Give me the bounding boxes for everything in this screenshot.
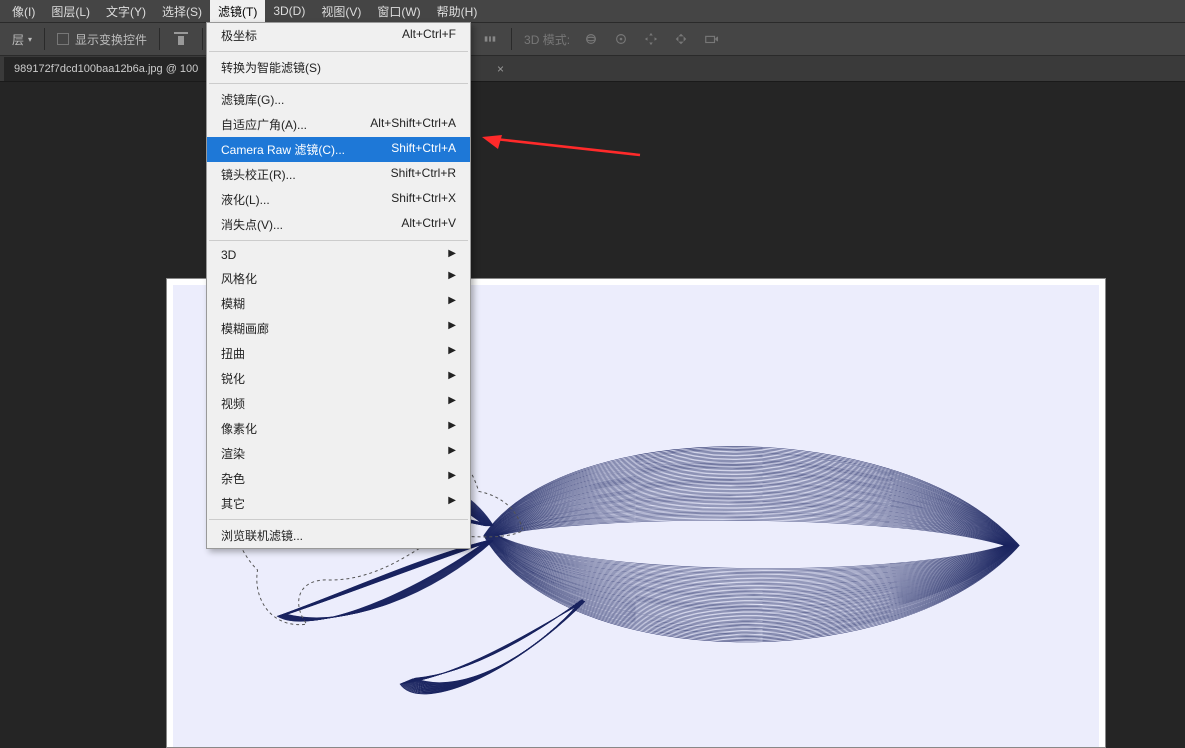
submenu-arrow-icon: ▶: [448, 248, 456, 262]
filter-menu-item[interactable]: 锐化 ▶: [207, 366, 470, 391]
menu-item-label: 风格化: [221, 270, 257, 287]
menu-item-label: 镜头校正(R)...: [221, 166, 296, 183]
menu-separator: [209, 240, 468, 241]
menu-item-label: 滤镜库(G)...: [221, 91, 284, 108]
filter-menu-item[interactable]: 渲染 ▶: [207, 441, 470, 466]
menu-3d[interactable]: 3D(D): [265, 1, 313, 21]
roll-3d-button[interactable]: [608, 26, 634, 52]
submenu-arrow-icon: ▶: [448, 370, 456, 387]
filter-menu-item[interactable]: 自适应广角(A)... Alt+Shift+Ctrl+A: [207, 112, 470, 137]
submenu-arrow-icon: ▶: [448, 320, 456, 337]
options-toolbar: 层 ▾ 显示变换控件 3D 模式:: [0, 22, 1185, 56]
separator: [44, 28, 45, 50]
mode-3d-label: 3D 模式:: [518, 31, 576, 48]
menu-item-label: 像素化: [221, 420, 257, 437]
menu-item-shortcut: Alt+Shift+Ctrl+A: [370, 116, 456, 133]
menu-item-label: 模糊画廊: [221, 320, 269, 337]
separator: [511, 28, 512, 50]
layer-label: 层: [12, 31, 24, 48]
submenu-arrow-icon: ▶: [448, 295, 456, 312]
menu-separator: [209, 519, 468, 520]
document-tabbar: 989172f7dcd100baa12b6a.jpg @ 100 ×: [0, 56, 1185, 82]
filter-menu-item[interactable]: 转换为智能滤镜(S): [207, 55, 470, 80]
submenu-arrow-icon: ▶: [448, 495, 456, 512]
align-top-button[interactable]: [168, 26, 194, 52]
filter-menu: 极坐标 Alt+Ctrl+F 转换为智能滤镜(S) 滤镜库(G)... 自适应广角(A)…: [206, 22, 471, 549]
close-tab-icon[interactable]: ×: [497, 62, 504, 76]
menu-item-label: 液化(L)...: [221, 191, 270, 208]
menu-view[interactable]: 视图(V): [313, 0, 369, 23]
menu-item-label: 消失点(V)...: [221, 216, 283, 233]
menu-separator: [209, 51, 468, 52]
filter-menu-item[interactable]: 其它 ▶: [207, 491, 470, 516]
menu-filter[interactable]: 滤镜(T): [210, 0, 265, 23]
transform-controls-label: 显示变换控件: [75, 31, 147, 48]
filter-menu-item[interactable]: 模糊画廊 ▶: [207, 316, 470, 341]
menu-select[interactable]: 选择(S): [154, 0, 210, 23]
submenu-arrow-icon: ▶: [448, 270, 456, 287]
submenu-arrow-icon: ▶: [448, 470, 456, 487]
filter-menu-item[interactable]: Camera Raw 滤镜(C)... Shift+Ctrl+A: [207, 137, 470, 162]
menu-item-shortcut: Shift+Ctrl+A: [391, 141, 456, 158]
filter-menu-item[interactable]: 3D ▶: [207, 244, 470, 266]
submenu-arrow-icon: ▶: [448, 345, 456, 362]
filter-menu-item[interactable]: 液化(L)... Shift+Ctrl+X: [207, 187, 470, 212]
orbit-3d-button[interactable]: [578, 26, 604, 52]
menu-layer[interactable]: 图层(L): [43, 0, 98, 23]
menu-separator: [209, 83, 468, 84]
menu-help[interactable]: 帮助(H): [429, 0, 486, 23]
filter-menu-item[interactable]: 扭曲 ▶: [207, 341, 470, 366]
menubar: 像(I) 图层(L) 文字(Y) 选择(S) 滤镜(T) 3D(D) 视图(V)…: [0, 0, 1185, 22]
distribute-spacing-button[interactable]: [477, 26, 503, 52]
menu-item-label: 视频: [221, 395, 245, 412]
menu-image[interactable]: 像(I): [4, 0, 43, 23]
filter-menu-item[interactable]: 滤镜库(G)...: [207, 87, 470, 112]
pan-3d-button[interactable]: [638, 26, 664, 52]
filter-menu-item[interactable]: 极坐标 Alt+Ctrl+F: [207, 23, 470, 48]
checkbox-icon: [57, 33, 69, 45]
menu-item-label: 其它: [221, 495, 245, 512]
menu-item-label: 3D: [221, 248, 236, 262]
workspace: [0, 82, 1185, 746]
menu-item-label: 锐化: [221, 370, 245, 387]
submenu-arrow-icon: ▶: [448, 445, 456, 462]
filter-menu-item[interactable]: 镜头校正(R)... Shift+Ctrl+R: [207, 162, 470, 187]
submenu-arrow-icon: ▶: [448, 395, 456, 412]
menu-item-label: 渲染: [221, 445, 245, 462]
menu-item-shortcut: Alt+Ctrl+F: [402, 27, 456, 44]
filter-menu-item[interactable]: 视频 ▶: [207, 391, 470, 416]
filter-menu-item[interactable]: 消失点(V)... Alt+Ctrl+V: [207, 212, 470, 237]
layer-dropdown[interactable]: 层 ▾: [6, 31, 38, 48]
document-tab-label: 989172f7dcd100baa12b6a.jpg @ 100: [14, 63, 198, 75]
document-tab[interactable]: 989172f7dcd100baa12b6a.jpg @ 100: [4, 57, 208, 81]
zoom-3d-button[interactable]: [698, 26, 724, 52]
separator: [202, 28, 203, 50]
menu-item-label: 自适应广角(A)...: [221, 116, 307, 133]
menu-item-label: 浏览联机滤镜...: [221, 527, 303, 544]
filter-menu-item[interactable]: 风格化 ▶: [207, 266, 470, 291]
menu-item-label: 模糊: [221, 295, 245, 312]
annotation-arrow: [480, 135, 650, 175]
slide-3d-button[interactable]: [668, 26, 694, 52]
separator: [159, 28, 160, 50]
menu-text[interactable]: 文字(Y): [98, 0, 154, 23]
menu-item-label: 转换为智能滤镜(S): [221, 59, 321, 76]
submenu-arrow-icon: ▶: [448, 420, 456, 437]
filter-menu-item[interactable]: 模糊 ▶: [207, 291, 470, 316]
menu-item-label: 扭曲: [221, 345, 245, 362]
chevron-down-icon: ▾: [28, 35, 32, 44]
filter-menu-item[interactable]: 杂色 ▶: [207, 466, 470, 491]
menu-item-label: 极坐标: [221, 27, 257, 44]
menu-item-label: Camera Raw 滤镜(C)...: [221, 141, 345, 158]
menu-item-shortcut: Shift+Ctrl+R: [391, 166, 456, 183]
transform-controls-toggle[interactable]: 显示变换控件: [51, 31, 153, 48]
menu-window[interactable]: 窗口(W): [369, 0, 428, 23]
menu-item-shortcut: Shift+Ctrl+X: [391, 191, 456, 208]
filter-menu-item[interactable]: 浏览联机滤镜...: [207, 523, 470, 548]
menu-item-shortcut: Alt+Ctrl+V: [401, 216, 456, 233]
menu-item-label: 杂色: [221, 470, 245, 487]
filter-menu-item[interactable]: 像素化 ▶: [207, 416, 470, 441]
